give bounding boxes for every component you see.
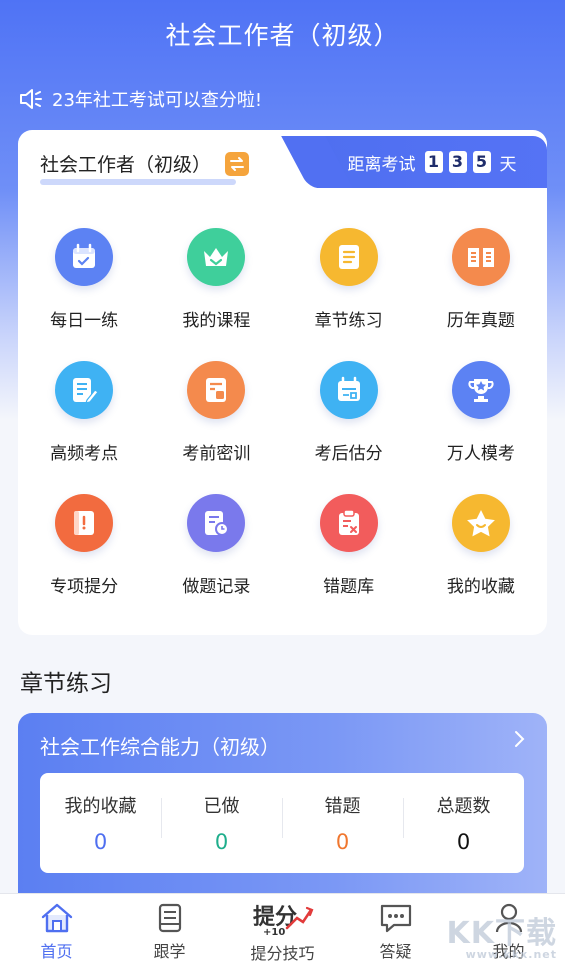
section-title: 章节练习	[20, 671, 112, 697]
calendar-check-icon	[55, 228, 114, 286]
book-icon	[158, 903, 181, 933]
boost-logo-sub: +10	[263, 927, 285, 936]
tab-label: 我的	[492, 942, 525, 961]
tab-label: 答疑	[379, 942, 412, 961]
notebook-icon	[55, 494, 114, 552]
stat-value: 0	[335, 830, 350, 854]
record-clock-icon	[187, 494, 246, 552]
chevron-right-icon[interactable]	[513, 729, 527, 749]
list-doc-icon	[319, 228, 378, 286]
open-book-icon	[451, 228, 510, 286]
notice-text: 23年社工考试可以查分啦!	[52, 90, 263, 111]
star-face-icon	[451, 494, 510, 552]
tab-follow-study[interactable]: 跟学	[113, 894, 226, 968]
feature-label: 章节练习	[314, 311, 383, 331]
feature-label: 专项提分	[50, 577, 119, 597]
stat-value: 0	[93, 830, 108, 854]
feature-my-favorites[interactable]: 我的收藏	[415, 494, 547, 597]
stat-label: 总题数	[436, 796, 491, 817]
swap-icon[interactable]	[225, 151, 250, 176]
feature-label: 每日一练	[50, 311, 119, 331]
feature-pre-exam-training[interactable]: 考前密训	[150, 361, 282, 464]
stat-favorites[interactable]: 我的收藏 0	[40, 792, 161, 854]
tab-label: 首页	[40, 942, 73, 961]
stat-label: 错题	[324, 796, 361, 817]
feature-label: 做题记录	[182, 577, 251, 597]
countdown-digit: 3	[448, 151, 467, 173]
feature-label: 高频考点	[50, 444, 119, 464]
feature-hot-points[interactable]: 高频考点	[18, 361, 150, 464]
chapter-card[interactable]: 社会工作综合能力（初级） 我的收藏 0 已做 0 错题 0 总题数 0	[18, 713, 547, 913]
countdown-unit: 天	[499, 154, 517, 175]
stat-label: 我的收藏	[64, 796, 137, 817]
feature-post-exam-estimate[interactable]: 考后估分	[283, 361, 415, 464]
tab-qa[interactable]: 答疑	[339, 894, 452, 968]
stat-total: 总题数 0	[403, 792, 524, 854]
feature-wrong-questions[interactable]: 错题库	[283, 494, 415, 597]
stat-value: 0	[456, 830, 471, 854]
feature-label: 我的课程	[182, 311, 251, 331]
edit-doc-icon	[55, 361, 114, 419]
subject-selector[interactable]: 社会工作者（初级）	[40, 150, 250, 185]
stat-done[interactable]: 已做 0	[161, 792, 282, 854]
feature-label: 万人模考	[446, 444, 515, 464]
chapter-stats: 我的收藏 0 已做 0 错题 0 总题数 0	[40, 773, 524, 873]
stat-wrong[interactable]: 错题 0	[282, 792, 403, 854]
speaker-icon	[20, 89, 42, 109]
stat-label: 已做	[203, 796, 240, 817]
feature-practice-record[interactable]: 做题记录	[150, 494, 282, 597]
feature-chapter-practice[interactable]: 章节练习	[283, 228, 415, 331]
countdown-digit: 5	[472, 151, 491, 173]
feature-daily-practice[interactable]: 每日一练	[18, 228, 150, 331]
training-doc-icon	[187, 361, 246, 419]
tab-mine[interactable]: 我的	[452, 894, 565, 968]
feature-grid: 每日一练 我的课程 章节练习 历年真题 高频考点 考前密训 考后估分 万人模考 …	[18, 228, 547, 597]
exam-countdown: 距离考试 1 3 5 天	[317, 136, 547, 188]
chat-icon	[380, 904, 411, 933]
stat-value: 0	[214, 830, 229, 854]
feature-past-exams[interactable]: 历年真题	[415, 228, 547, 331]
estimate-calendar-icon	[319, 361, 378, 419]
feature-label: 错题库	[323, 577, 375, 597]
subject-name: 社会工作者（初级）	[40, 154, 212, 176]
notice-bar[interactable]: 23年社工考试可以查分啦!	[18, 86, 262, 112]
feature-label: 考前密训	[182, 444, 251, 464]
feature-label: 考后估分	[314, 444, 383, 464]
feature-mock-exam[interactable]: 万人模考	[415, 361, 547, 464]
feature-label: 我的收藏	[446, 577, 515, 597]
user-icon	[495, 903, 522, 933]
trophy-icon	[451, 361, 510, 419]
bottom-tab-bar: 首页 跟学 提分 +10 提分技巧 答疑 我的	[0, 893, 565, 968]
tab-label: 提分技巧	[250, 944, 315, 963]
wrong-clipboard-icon	[319, 494, 378, 552]
card-header: 距离考试 1 3 5 天 社会工作者（初级）	[18, 130, 547, 188]
page-title: 社会工作者（初级）	[165, 21, 400, 50]
feature-my-courses[interactable]: 我的课程	[150, 228, 282, 331]
tab-score-tips[interactable]: 提分 +10 提分技巧	[226, 894, 339, 968]
countdown-label: 距离考试	[347, 154, 416, 175]
tab-home[interactable]: 首页	[0, 894, 113, 968]
score-boost-icon: 提分 +10	[253, 904, 313, 936]
home-icon	[41, 903, 72, 933]
feature-label: 历年真题	[446, 311, 515, 331]
chapter-title: 社会工作综合能力（初级）	[40, 735, 280, 759]
crown-icon	[187, 228, 246, 286]
feature-card: 距离考试 1 3 5 天 社会工作者（初级） 每日一练 我的课程 章节练习 历年…	[18, 130, 547, 635]
countdown-digit: 1	[424, 151, 443, 173]
subject-underline	[40, 179, 236, 185]
tab-label: 跟学	[153, 942, 186, 961]
feature-special-boost[interactable]: 专项提分	[18, 494, 150, 597]
